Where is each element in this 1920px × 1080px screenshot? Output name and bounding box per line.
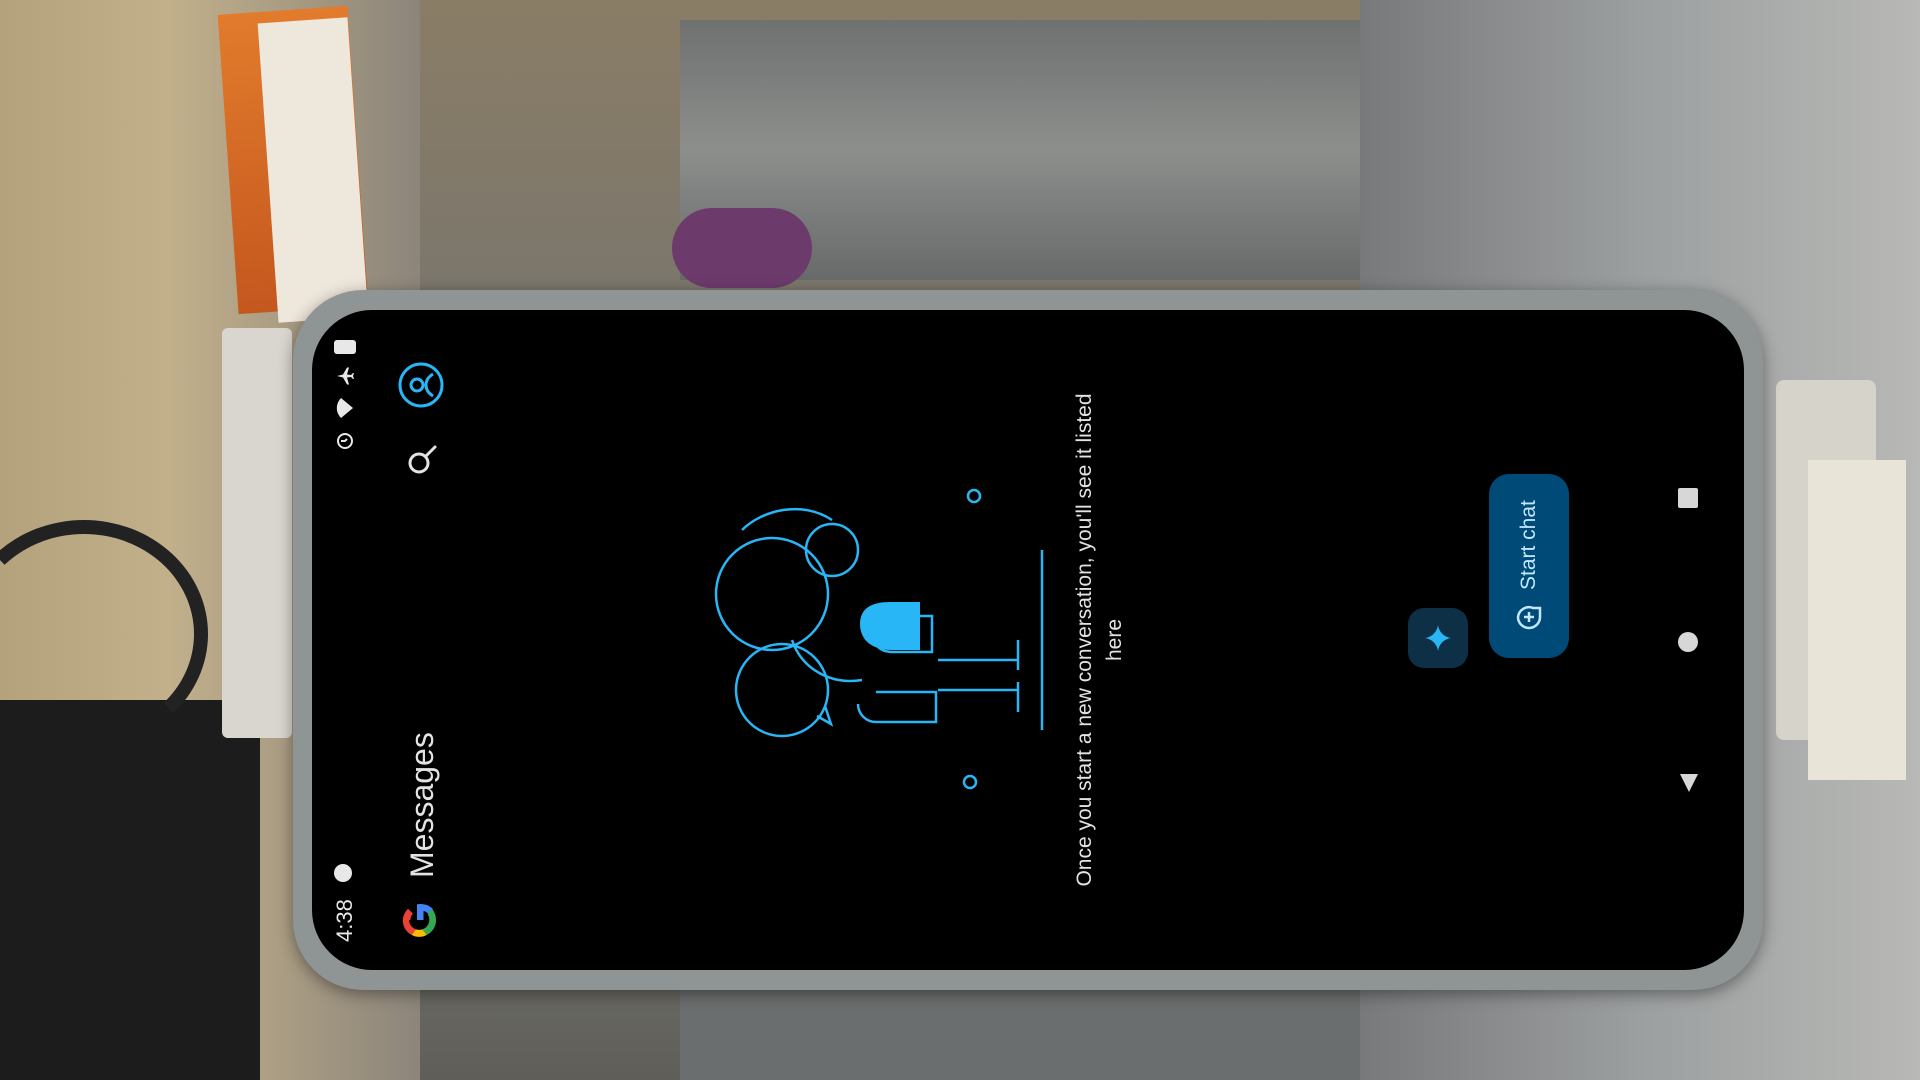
home-circle-icon[interactable]: [1678, 632, 1698, 652]
alarm-icon: [336, 432, 354, 450]
status-icons: [334, 340, 356, 450]
app-title: Messages: [404, 732, 440, 878]
purple-object: [672, 208, 812, 288]
search-icon: [408, 445, 437, 474]
chat-bubble-add-icon: [1516, 606, 1542, 630]
fab-area: Start chat: [1352, 310, 1612, 970]
battery-icon: [334, 340, 356, 354]
notification-dot-icon: [334, 864, 352, 882]
start-chat-button[interactable]: Start chat: [1489, 474, 1569, 658]
airplane-icon: [336, 367, 354, 386]
phone-mount-left: [222, 328, 292, 738]
phone-screen: 4:38 Messages Once you start a new conve…: [312, 310, 1744, 970]
app-bar: Messages: [382, 310, 472, 970]
status-bar: 4:38: [312, 310, 372, 970]
status-time: 4:38: [332, 899, 357, 942]
sparkle-icon: [1425, 625, 1451, 651]
google-g-logo: [402, 904, 437, 937]
android-ui: 4:38 Messages Once you start a new conve…: [312, 310, 1744, 970]
recents-square-icon[interactable]: [1678, 488, 1698, 508]
navigation-bar: [1642, 310, 1742, 970]
account-avatar-button[interactable]: [396, 360, 446, 410]
black-camera-box: [0, 700, 260, 1080]
account-avatar-icon: [398, 362, 444, 408]
back-triangle-icon[interactable]: [1678, 772, 1700, 794]
people-with-speech-bubbles-illustration: [714, 488, 1044, 790]
empty-state-message: Once you start a new conversation, you'l…: [1073, 393, 1126, 887]
search-button[interactable]: [400, 438, 444, 482]
sticker-label: [1808, 460, 1906, 780]
wifi-icon: [336, 398, 354, 418]
gemini-button[interactable]: [1408, 608, 1468, 668]
start-chat-label: Start chat: [1517, 500, 1540, 590]
